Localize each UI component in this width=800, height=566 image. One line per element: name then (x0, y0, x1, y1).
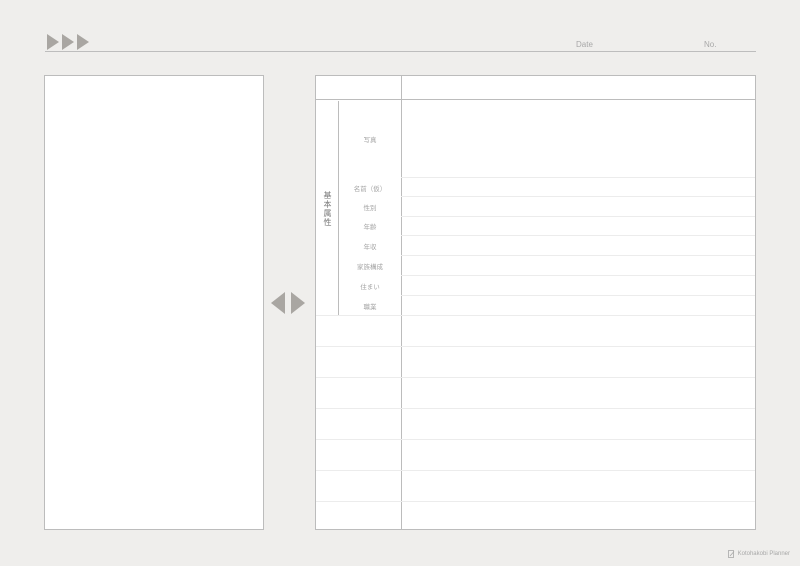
pencil-note-icon (727, 550, 734, 558)
row-divider (401, 275, 755, 276)
persona-table: 基本属性 写真 名前（仮） 性別 年齢 年収 家族構成 住まい 職業 (315, 75, 756, 530)
row-label-age: 年齢 (363, 223, 377, 231)
row-divider (401, 196, 755, 197)
row-divider (316, 377, 755, 378)
row-label-photo: 写真 (363, 136, 377, 144)
row-divider (401, 235, 755, 236)
row-label-gender: 性別 (363, 204, 377, 212)
row-divider (401, 255, 755, 256)
category-label: 基本属性 (323, 191, 332, 227)
double-arrow-icon (271, 292, 305, 314)
row-divider (316, 408, 755, 409)
row-label-name: 名前（仮） (353, 185, 387, 193)
footer-brand: Kotohakobi Planner (727, 550, 790, 558)
row-label-income: 年収 (363, 243, 377, 251)
brand-name: Kotohakobi Planner (737, 551, 790, 557)
row-divider (401, 177, 755, 178)
table-header-divider (316, 99, 755, 100)
row-divider (401, 295, 755, 296)
row-label-occupation: 職業 (363, 303, 377, 311)
row-divider (316, 470, 755, 471)
header-divider (45, 51, 756, 52)
header-triangle-arrows-icon (47, 34, 89, 50)
table-column-divider (401, 76, 402, 529)
row-divider (316, 346, 755, 347)
category-bracket-line (338, 101, 339, 315)
number-label: No. (704, 40, 717, 49)
row-divider (316, 439, 755, 440)
date-label: Date (576, 40, 593, 49)
row-divider (401, 216, 755, 217)
row-divider (316, 501, 755, 502)
row-label-family: 家族構成 (357, 263, 383, 271)
left-blank-panel (44, 75, 264, 530)
row-label-residence: 住まい (360, 283, 380, 291)
row-divider (316, 315, 755, 316)
